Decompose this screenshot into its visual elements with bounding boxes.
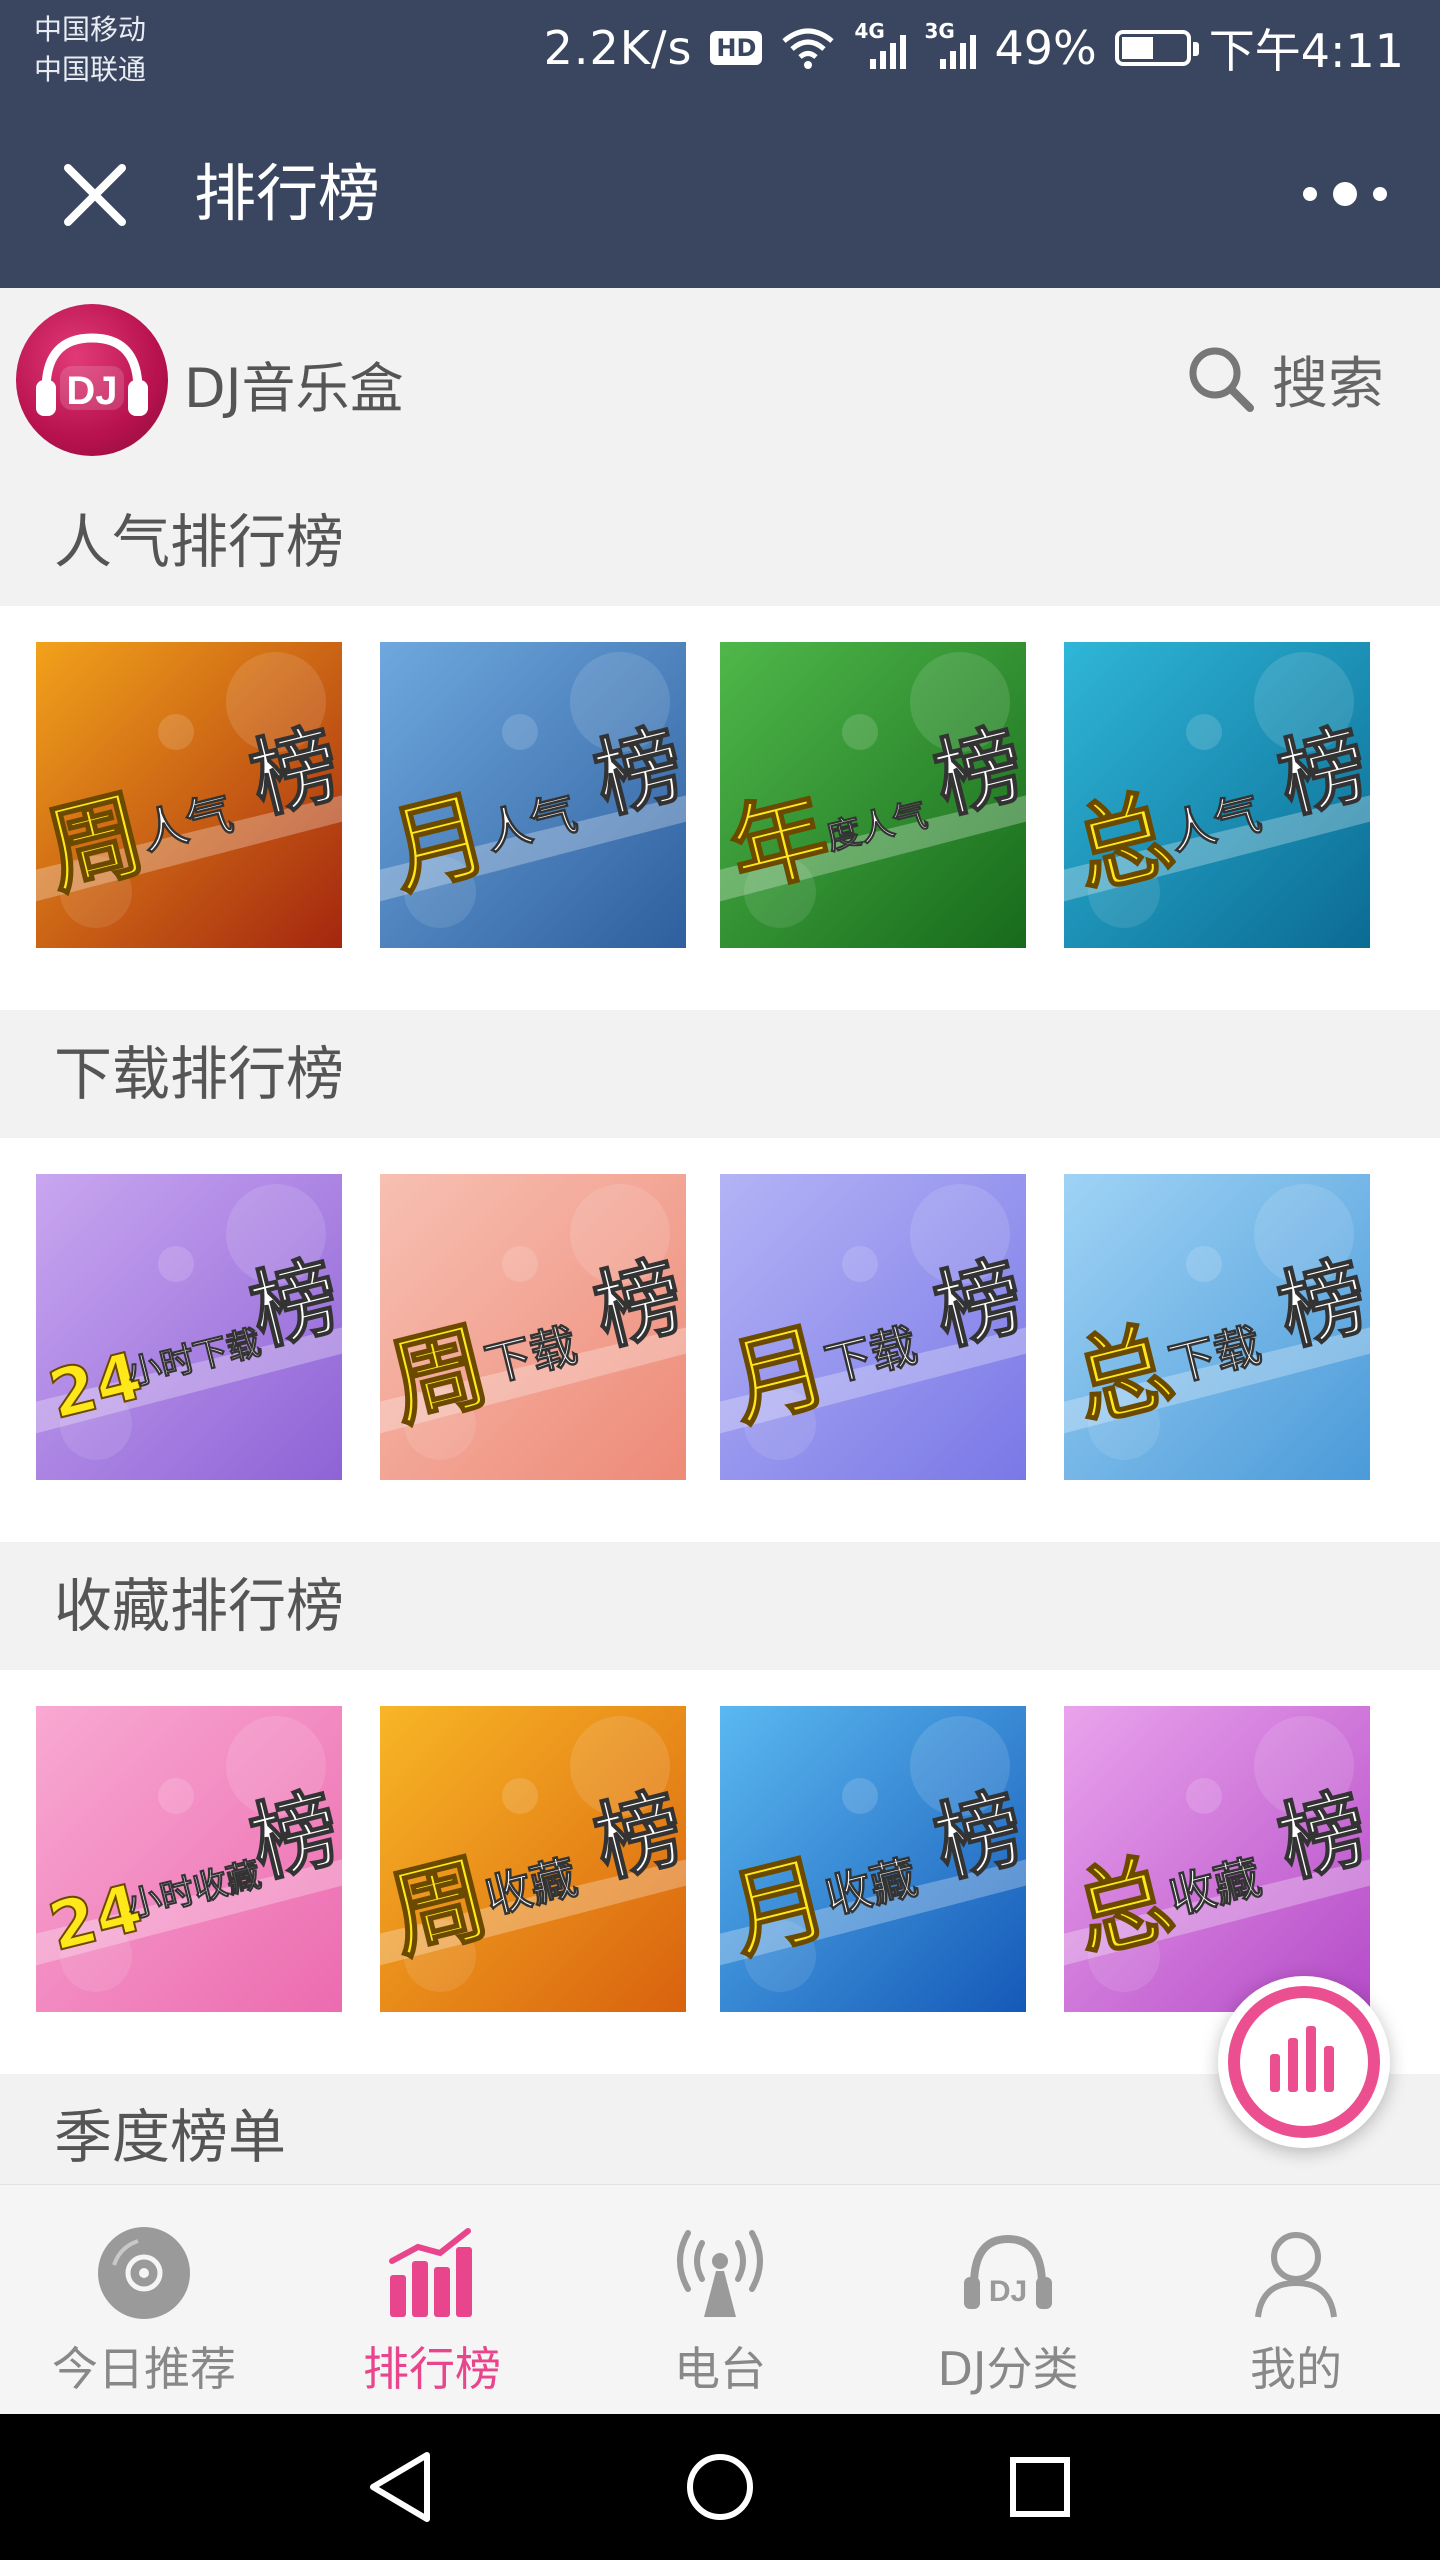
search-icon [1189, 347, 1254, 412]
chart-tile-art: 24小时下载榜 [36, 1174, 342, 1480]
more-button[interactable] [1280, 146, 1410, 242]
user-icon [1255, 2232, 1337, 2318]
app-logo[interactable]: DJ [16, 304, 168, 456]
tab-radio[interactable]: 电台 [576, 2185, 864, 2415]
dj-logo-icon: DJ [36, 333, 148, 416]
chart-tile[interactable]: 周下载榜 [380, 1174, 686, 1480]
close-icon [64, 164, 126, 226]
battery-percent: 49% [994, 21, 1097, 75]
chart-tile-art: 月收藏榜 [720, 1706, 1026, 2012]
system-nav-bar [0, 2414, 1440, 2560]
section-title-popular: 人气排行榜 [0, 478, 1440, 606]
chart-tile-art: 月人气榜 [380, 642, 686, 948]
radio-tower-icon [677, 2230, 763, 2317]
chart-tile[interactable]: 24 小时收藏榜 [36, 1706, 342, 2012]
chart-tile[interactable]: 月下载榜 [720, 1174, 1026, 1480]
chart-tile-art: 总收藏榜 [1064, 1706, 1370, 2012]
tab-today-recommend[interactable]: 今日推荐 [0, 2185, 288, 2415]
title-bar: 排行榜 [0, 98, 1440, 288]
chart-tile[interactable]: 总下载榜 [1064, 1174, 1370, 1480]
chart-tile[interactable]: 月收藏榜 [720, 1706, 1026, 2012]
app-name: DJ音乐盒 [184, 357, 404, 420]
search-button[interactable]: 搜索 [1184, 334, 1384, 424]
tab-label: 电台 [674, 2342, 766, 2396]
back-button[interactable] [350, 2444, 450, 2530]
hd-badge: HD [710, 31, 763, 65]
chart-tile[interactable]: 周收藏榜 [380, 1706, 686, 2012]
section-title-download: 下载排行榜 [0, 1010, 1440, 1138]
status-indicators: 2.2K/s HD 4G 3G 49% 下午4:11 [544, 16, 1404, 80]
chart-bars-icon [389, 2228, 472, 2317]
more-dots-icon [1303, 187, 1317, 201]
chart-tile-art: 年度人气榜 [720, 642, 1026, 948]
app-header: DJ DJ音乐盒 搜索 [0, 288, 1440, 478]
now-playing-button[interactable] [1218, 1976, 1390, 2148]
bottom-tab-bar: 今日推荐 排行榜 电台 DJ DJ分类 我的 [0, 2184, 1440, 2414]
tiles-row-download: 24 小时下载榜 周下载榜 月下载榜 总下载榜 [0, 1138, 1440, 1542]
chart-tile-art: 周下载榜 [380, 1174, 686, 1480]
tab-label: DJ分类 [937, 2342, 1079, 2396]
chart-tile[interactable]: 24 小时下载榜 [36, 1174, 342, 1480]
chart-tile-art: 24小时收藏榜 [36, 1706, 342, 2012]
chart-tile[interactable]: 周人气榜 [36, 642, 342, 948]
equalizer-icon [1228, 1986, 1380, 2138]
recents-button[interactable] [990, 2444, 1090, 2530]
section-title-favorites: 收藏排行榜 [0, 1542, 1440, 1670]
svg-text:DJ: DJ [66, 369, 117, 413]
battery-charging-icon [1114, 30, 1199, 66]
carrier-info: 中国移动 中国联通 [34, 10, 146, 90]
chart-tile-art: 周人气榜 [36, 642, 342, 948]
net-speed: 2.2K/s [543, 21, 693, 75]
chart-tile-art: 月下载榜 [720, 1174, 1026, 1480]
chart-tile[interactable]: 年度人气榜 [720, 642, 1026, 948]
tab-dj-category[interactable]: DJ DJ分类 [864, 2185, 1152, 2415]
chart-tile[interactable]: 总人气榜 [1064, 642, 1370, 948]
tab-rankings[interactable]: 排行榜 [288, 2185, 576, 2415]
tab-mine[interactable]: 我的 [1152, 2185, 1440, 2415]
chart-tile[interactable]: 总收藏榜 [1064, 1706, 1370, 2012]
chart-tile-art: 总人气榜 [1064, 642, 1370, 948]
chart-tile[interactable]: 月人气榜 [380, 642, 686, 948]
carrier-2: 中国联通 [34, 53, 147, 86]
wifi-icon [782, 28, 835, 69]
dj-headphones-icon: DJ [964, 2234, 1052, 2309]
signal-4g-icon: 4G [854, 19, 907, 71]
disc-icon [98, 2227, 190, 2319]
close-button[interactable] [40, 150, 150, 240]
tab-label: 排行榜 [363, 2342, 501, 2396]
page-title: 排行榜 [194, 157, 381, 230]
svg-text:DJ: DJ [989, 2275, 1027, 2308]
back-icon [370, 2452, 430, 2522]
search-label: 搜索 [1272, 351, 1384, 417]
chart-tile-art: 总下载榜 [1064, 1174, 1370, 1480]
tiles-row-popular: 周人气榜 月人气榜 年度人气榜 总人气榜 [0, 606, 1440, 1010]
recents-icon [1010, 2457, 1070, 2517]
home-icon [687, 2454, 753, 2520]
carrier-1: 中国移动 [34, 13, 147, 46]
chart-tile-art: 周收藏榜 [380, 1706, 686, 2012]
home-button[interactable] [670, 2444, 770, 2530]
tab-label: 今日推荐 [52, 2342, 236, 2396]
signal-3g-icon: 3G [924, 19, 977, 71]
tab-label: 我的 [1250, 2342, 1342, 2396]
status-bar: 中国移动 中国联通 2.2K/s HD 4G 3G 49% 下午4:11 [0, 0, 1440, 98]
clock: 下午4:11 [1208, 24, 1404, 78]
